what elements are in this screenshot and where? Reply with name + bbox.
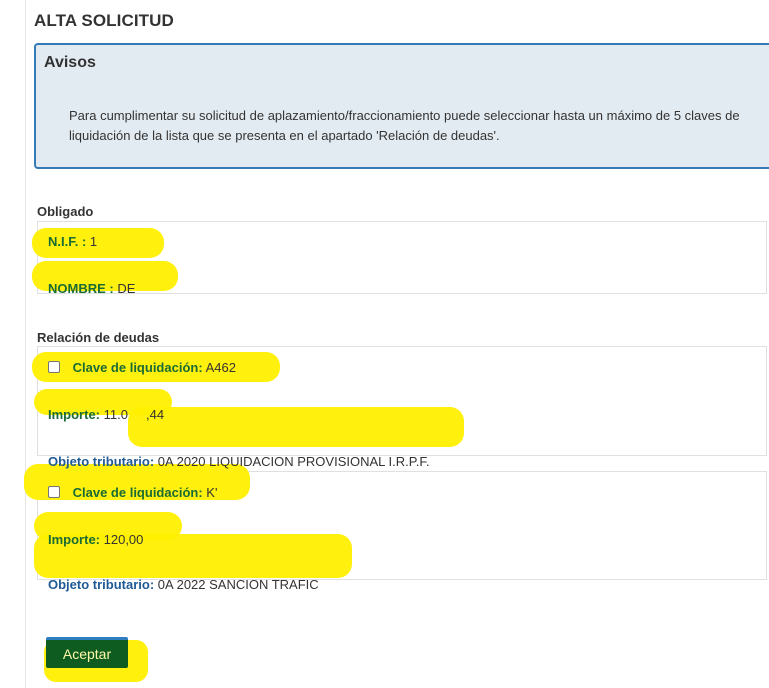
deudas-section-label: Relación de deudas <box>37 330 160 345</box>
nif-field: N.I.F. : 1 <box>48 234 769 249</box>
nif-value: 1 <box>89 234 98 249</box>
clave-value: K' <box>206 485 218 500</box>
objeto-value: 0A 2022 SANCION TRAFIC <box>157 577 319 592</box>
nif-label: N.I.F. : <box>48 234 87 249</box>
notice-title: Avisos <box>44 54 96 71</box>
clave-value: A462 <box>205 360 236 375</box>
nombre-label: NOMBRE : <box>48 281 114 296</box>
clave-field: Clave de liquidación: K' <box>48 485 769 500</box>
objeto-label: Objeto tributario: <box>48 454 155 469</box>
objeto-field: Objeto tributario: 0A 2022 SANCION TRAFI… <box>48 577 769 592</box>
debt-item-panel: Clave de liquidación: K' Importe: 120,00… <box>24 464 769 592</box>
debt-checkbox[interactable] <box>48 361 60 373</box>
nombre-value: DE <box>117 281 136 296</box>
notice-box: Avisos Para cumplimentar su solicitud de… <box>34 43 769 169</box>
objeto-field: Objeto tributario: 0A 2020 LIQUIDACION P… <box>48 454 769 469</box>
importe-field: Importe: 11.0 ,44 <box>48 407 769 422</box>
objeto-value: 0A 2020 LIQUIDACION PROVISIONAL I.R.P.F. <box>157 454 430 469</box>
importe-label: Importe: <box>48 407 100 422</box>
notice-text: Para cumplimentar su solicitud de aplaza… <box>69 108 740 143</box>
importe-value: 120,00 <box>103 532 144 547</box>
page-title: ALTA SOLICITUD <box>34 11 174 30</box>
importe-label: Importe: <box>48 532 100 547</box>
left-divider <box>25 0 26 688</box>
clave-label: Clave de liquidación: <box>72 360 203 375</box>
clave-field: Clave de liquidación: A462 <box>48 360 769 375</box>
clave-label: Clave de liquidación: <box>72 485 203 500</box>
importe-value: 11.0 ,44 <box>103 407 165 422</box>
accept-button[interactable]: Aceptar <box>46 637 128 668</box>
debt-checkbox[interactable] <box>48 486 60 498</box>
debt-item-panel: Clave de liquidación: A462 Importe: 11.0… <box>32 346 769 469</box>
importe-field: Importe: 120,00 <box>48 532 769 547</box>
obligado-panel: N.I.F. : 1 NOMBRE : DE <box>32 221 769 296</box>
obligado-section-label: Obligado <box>37 204 94 219</box>
objeto-label: Objeto tributario: <box>48 577 155 592</box>
nombre-field: NOMBRE : DE <box>48 281 769 296</box>
